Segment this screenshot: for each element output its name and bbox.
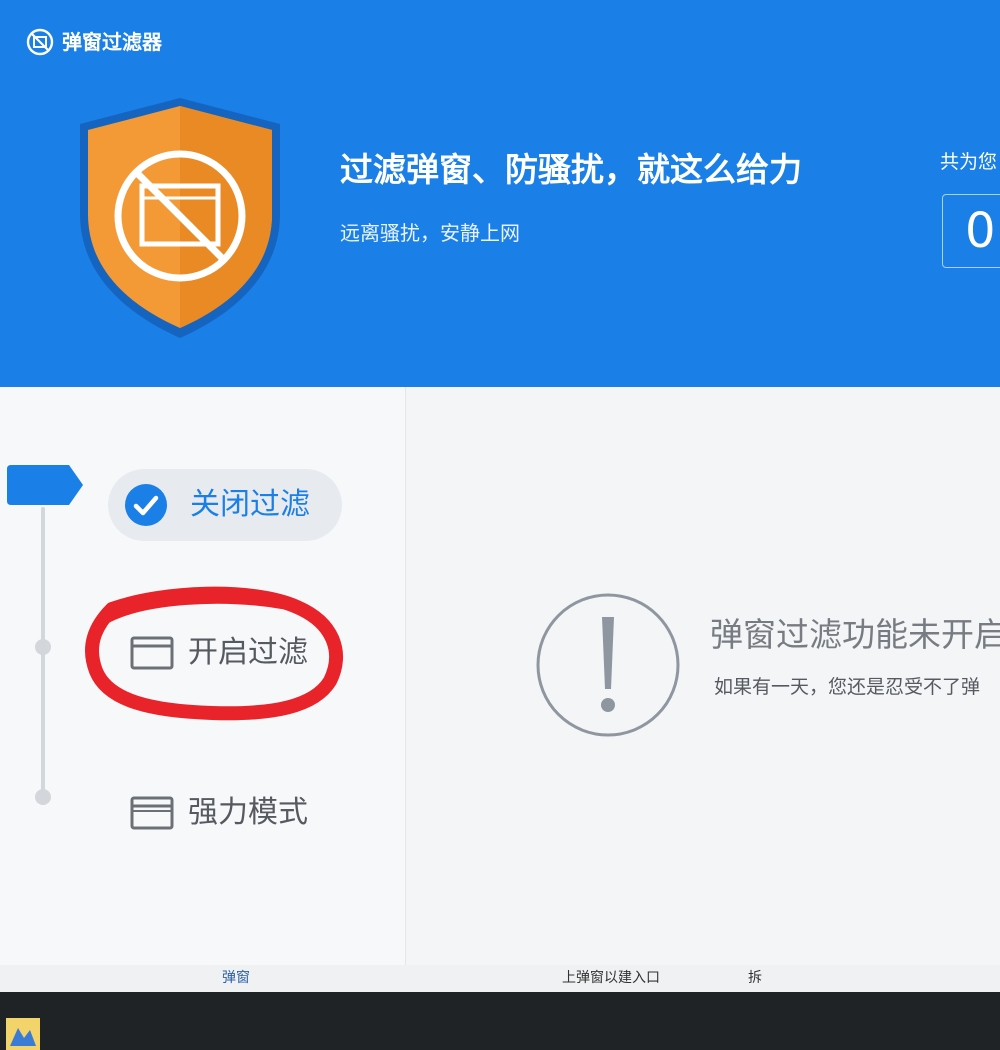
window-icon <box>130 796 174 830</box>
status-description: 如果有一天，您还是忍受不了弹 <box>714 676 981 698</box>
taskbar-app-icon[interactable] <box>4 1016 42 1050</box>
blocked-count-box: 0 <box>942 194 1000 268</box>
mode-enable-filter[interactable]: 开启过滤 <box>110 617 308 689</box>
mode-strong[interactable]: 强力模式 <box>110 777 308 849</box>
header-banner: 弹窗过滤器 过滤弹窗、防骚扰，就这么给力 远离骚扰，安静上网 共为您 0 <box>0 0 1000 387</box>
blocked-count-value: 0 <box>965 203 996 259</box>
slider-stop-dot[interactable] <box>35 789 51 805</box>
popup-filter-window: 弹窗过滤器 过滤弹窗、防骚扰，就这么给力 远离骚扰，安静上网 共为您 0 关闭过… <box>0 0 1000 965</box>
strip-link[interactable]: 弹窗 <box>222 965 250 992</box>
strip-text: 上弹窗以建入口 <box>562 970 660 986</box>
mode-label: 关闭过滤 <box>190 487 310 522</box>
check-circle-icon <box>125 484 167 526</box>
subline: 远离骚扰，安静上网 <box>340 221 520 245</box>
mode-slider-handle[interactable] <box>5 463 85 507</box>
status-title: 弹窗过滤功能未开启 <box>710 615 1000 654</box>
app-logo-icon <box>26 28 54 56</box>
mode-label: 强力模式 <box>188 795 308 830</box>
window-icon <box>130 636 174 670</box>
mode-close-filter[interactable]: 关闭过滤 <box>108 469 342 541</box>
shield-icon <box>80 98 280 338</box>
mode-panel: 关闭过滤 开启过滤 强力模式 <box>0 387 406 965</box>
strip-text: 拆 <box>748 970 762 986</box>
background-page-strip: 弹窗 上弹窗以建入口 拆 <box>0 965 1000 992</box>
slider-stop-dot[interactable] <box>35 639 51 655</box>
headline: 过滤弹窗、防骚扰，就这么给力 <box>340 150 802 189</box>
app-title: 弹窗过滤器 <box>62 30 162 54</box>
exclamation-icon <box>536 593 680 737</box>
blocked-count-label: 共为您 <box>940 151 998 173</box>
taskbar <box>0 992 1000 1050</box>
status-panel: 弹窗过滤功能未开启 如果有一天，您还是忍受不了弹 <box>406 387 1000 965</box>
mode-label: 开启过滤 <box>188 635 308 670</box>
